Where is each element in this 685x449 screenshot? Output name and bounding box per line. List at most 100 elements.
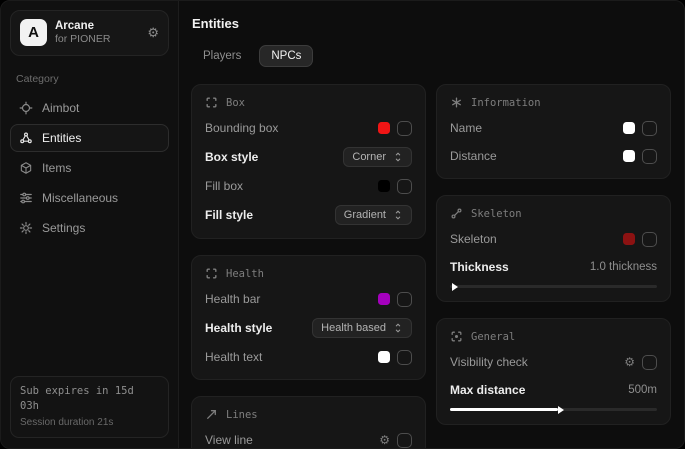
setting-row: Distance	[450, 147, 657, 165]
lines-card-header: Lines	[205, 408, 412, 421]
brand-subtitle: for PIONER	[55, 33, 139, 46]
health-text-label: Health text	[205, 350, 262, 364]
unfold-arrows-icon	[393, 323, 403, 333]
setting-row: Fill style Gradient	[205, 205, 412, 225]
box-style-label: Box style	[205, 150, 258, 164]
unfold-arrows-icon	[393, 210, 403, 220]
health-bar-label: Health bar	[205, 292, 260, 306]
fill-box-color-swatch[interactable]	[378, 180, 390, 192]
sidebar-item-settings[interactable]: Settings	[10, 214, 169, 242]
setting-row: Fill box	[205, 177, 412, 195]
fill-style-value: Gradient	[344, 209, 386, 221]
general-card-title: General	[471, 331, 515, 343]
main-content: Entities Players NPCs Box	[179, 1, 684, 448]
left-column: Box Bounding box Box style Corner	[191, 84, 426, 448]
unfold-arrows-icon	[393, 152, 403, 162]
bounding-box-checkbox[interactable]	[397, 121, 412, 136]
general-card-header: General	[450, 330, 657, 343]
fill-style-select[interactable]: Gradient	[335, 205, 412, 225]
thickness-value: 1.0 thickness	[590, 261, 657, 273]
brand-settings-gear-icon[interactable]: ⚙	[147, 25, 159, 41]
health-bar-color-swatch[interactable]	[378, 293, 390, 305]
tab-bar: Players NPCs	[191, 45, 671, 67]
distance-label: Distance	[450, 149, 497, 163]
health-card-header: Health	[205, 267, 412, 280]
skeleton-color-swatch[interactable]	[623, 233, 635, 245]
thickness-slider[interactable]	[450, 285, 657, 288]
max-distance-slider-handle[interactable]	[558, 406, 564, 414]
visibility-check-label: Visibility check	[450, 355, 528, 369]
health-text-checkbox[interactable]	[397, 350, 412, 365]
sidebar-item-label: Miscellaneous	[42, 191, 118, 205]
information-card-header: Information	[450, 96, 657, 109]
tab-npcs[interactable]: NPCs	[259, 45, 313, 67]
health-bar-checkbox[interactable]	[397, 292, 412, 307]
bounding-box-label: Bounding box	[205, 121, 278, 135]
tab-players[interactable]: Players	[191, 45, 253, 67]
fill-box-checkbox[interactable]	[397, 179, 412, 194]
bone-icon	[450, 207, 463, 220]
visibility-check-gear-icon[interactable]: ⚙	[624, 356, 635, 368]
sidebar-item-items[interactable]: Items	[10, 154, 169, 182]
brand-text: Arcane for PIONER	[55, 19, 139, 47]
sidebar-item-label: Entities	[42, 131, 81, 145]
brand-logo: A	[20, 19, 47, 46]
subscription-info: Sub expires in 15d 03h Session duration …	[10, 376, 169, 439]
asterisk-icon	[450, 96, 463, 109]
sidebar-item-aimbot[interactable]: Aimbot	[10, 94, 169, 122]
sidebar-item-label: Aimbot	[42, 101, 79, 115]
name-checkbox[interactable]	[642, 121, 657, 136]
distance-checkbox[interactable]	[642, 149, 657, 164]
entities-network-icon	[19, 131, 33, 145]
lines-card: Lines View line ⚙ Line to enemy ⚙	[191, 396, 426, 448]
box-brackets-icon	[205, 96, 218, 109]
skeleton-card-title: Skeleton	[471, 208, 522, 220]
health-style-select[interactable]: Health based	[312, 318, 412, 338]
box-style-select[interactable]: Corner	[343, 147, 412, 167]
box-card-header: Box	[205, 96, 412, 109]
view-line-checkbox[interactable]	[397, 433, 412, 448]
visibility-check-checkbox[interactable]	[642, 355, 657, 370]
sidebar-item-miscellaneous[interactable]: Miscellaneous	[10, 184, 169, 212]
fill-box-label: Fill box	[205, 179, 243, 193]
name-label: Name	[450, 121, 482, 135]
sidebar: A Arcane for PIONER ⚙ Category Aimbot	[1, 1, 179, 448]
information-card-title: Information	[471, 97, 541, 109]
name-color-swatch[interactable]	[623, 122, 635, 134]
brand-name: Arcane	[55, 19, 139, 33]
sidebar-item-entities[interactable]: Entities	[10, 124, 169, 152]
health-style-value: Health based	[321, 322, 386, 334]
diagonal-line-icon	[205, 408, 218, 421]
information-card: Information Name Distance	[436, 84, 671, 179]
sidebar-item-label: Items	[42, 161, 71, 175]
thickness-label: Thickness	[450, 260, 509, 274]
setting-row: Box style Corner	[205, 147, 412, 167]
skeleton-checkbox[interactable]	[642, 232, 657, 247]
aimbot-crosshair-icon	[19, 101, 33, 115]
box-style-value: Corner	[352, 151, 386, 163]
box-card: Box Bounding box Box style Corner	[191, 84, 426, 239]
brand-card: A Arcane for PIONER ⚙	[10, 10, 169, 56]
setting-row: Bounding box	[205, 119, 412, 137]
fill-style-label: Fill style	[205, 208, 253, 222]
setting-row: Thickness 1.0 thickness	[450, 258, 657, 276]
setting-row: Name	[450, 119, 657, 137]
health-text-color-swatch[interactable]	[378, 351, 390, 363]
distance-color-swatch[interactable]	[623, 150, 635, 162]
items-cube-icon	[19, 161, 33, 175]
thickness-slider-handle[interactable]	[452, 283, 458, 291]
max-distance-slider[interactable]	[450, 408, 657, 411]
setting-row: Health style Health based	[205, 318, 412, 338]
general-card: General Visibility check ⚙ Max distance …	[436, 318, 671, 425]
box-card-title: Box	[226, 97, 245, 109]
page-title: Entities	[192, 16, 671, 31]
lines-card-title: Lines	[226, 409, 258, 421]
view-line-gear-icon[interactable]: ⚙	[379, 434, 390, 446]
max-distance-value: 500m	[628, 384, 657, 396]
max-distance-slider-fill	[450, 408, 558, 411]
bounding-box-color-swatch[interactable]	[378, 122, 390, 134]
sidebar-item-label: Settings	[42, 221, 85, 235]
right-column: Information Name Distance	[436, 84, 671, 425]
category-label: Category	[16, 73, 163, 85]
miscellaneous-sliders-icon	[19, 191, 33, 205]
